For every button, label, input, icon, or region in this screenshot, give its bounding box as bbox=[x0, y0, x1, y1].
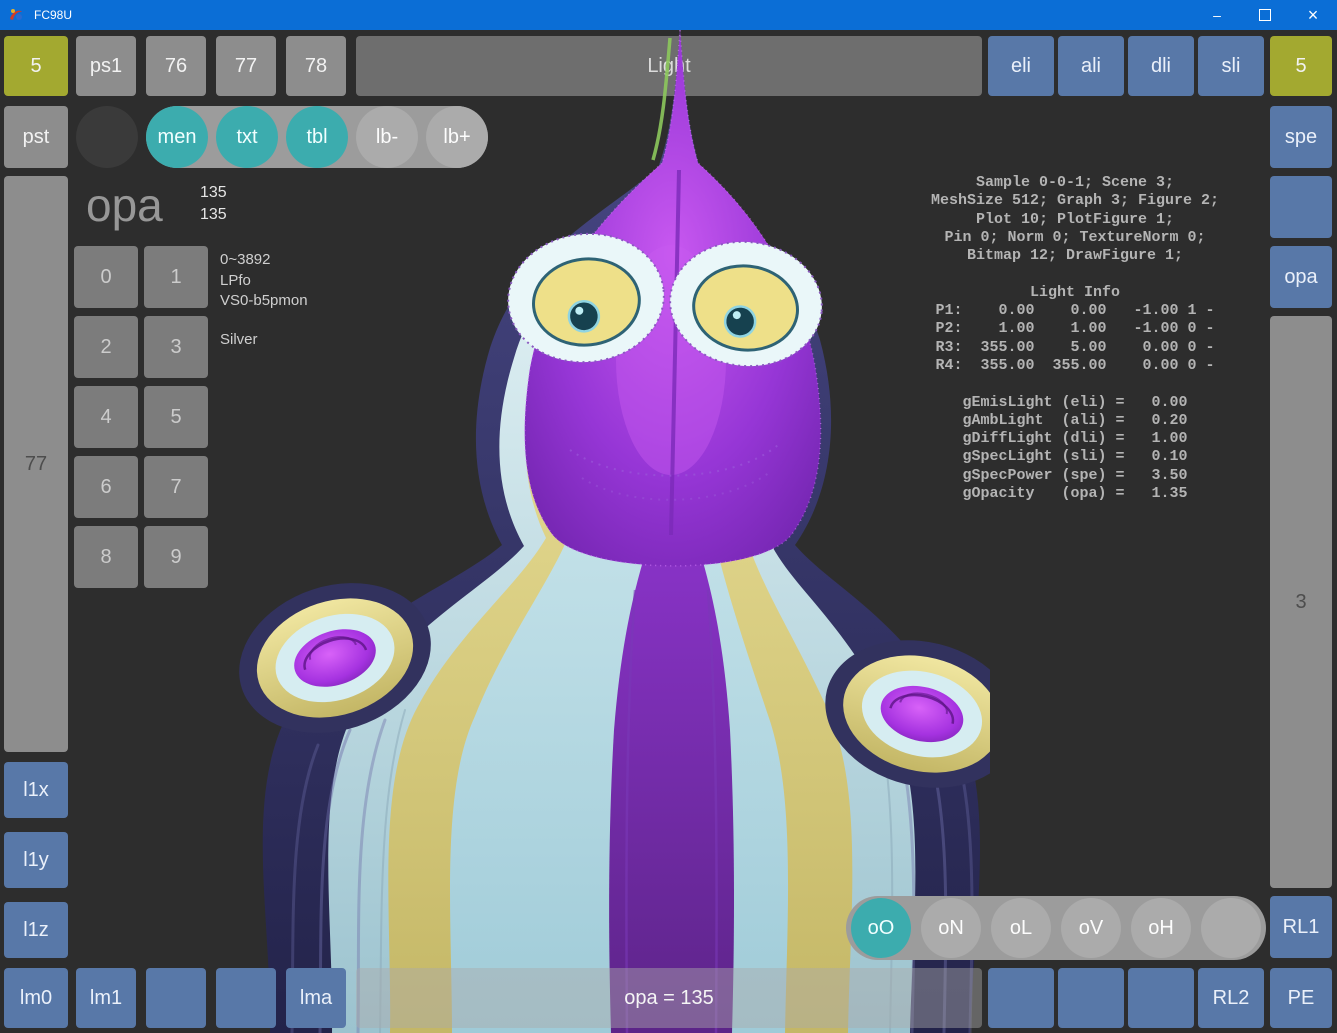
param-value-1: 135 bbox=[200, 182, 227, 204]
app-icon bbox=[8, 6, 26, 24]
l1x-button[interactable]: l1x bbox=[4, 762, 68, 818]
numpad-5[interactable]: 5 bbox=[144, 386, 208, 448]
numpad-4[interactable]: 4 bbox=[74, 386, 138, 448]
param-range: 0~3892 bbox=[220, 251, 270, 268]
figure-render[interactable] bbox=[230, 30, 990, 1033]
overlay-blank-button[interactable] bbox=[1201, 898, 1261, 958]
oL-button[interactable]: oL bbox=[991, 898, 1051, 958]
rl2-button[interactable]: RL2 bbox=[1198, 968, 1264, 1028]
maximize-icon bbox=[1259, 9, 1271, 21]
numpad-7[interactable]: 7 bbox=[144, 456, 208, 518]
bottom-right-blank-3-button[interactable] bbox=[1128, 968, 1194, 1028]
lb-plus-button[interactable]: lb+ bbox=[426, 106, 488, 168]
oH-button[interactable]: oH bbox=[1131, 898, 1191, 958]
eli-button[interactable]: eli bbox=[988, 36, 1054, 96]
param-tag1: LPfo bbox=[220, 272, 251, 289]
close-button[interactable]: × bbox=[1289, 0, 1337, 30]
numpad-9[interactable]: 9 bbox=[144, 526, 208, 588]
oO-button[interactable]: oO bbox=[851, 898, 911, 958]
numpad-3[interactable]: 3 bbox=[144, 316, 208, 378]
pe-button[interactable]: PE bbox=[1270, 968, 1332, 1028]
numpad-1[interactable]: 1 bbox=[144, 246, 208, 308]
bottom-right-blank-2-button[interactable] bbox=[1058, 968, 1124, 1028]
l1y-button[interactable]: l1y bbox=[4, 832, 68, 888]
info-readout: Sample 0-0-1; Scene 3; MeshSize 512; Gra… bbox=[919, 174, 1231, 503]
param-value-2: 135 bbox=[200, 204, 227, 226]
lm0-button[interactable]: lm0 bbox=[4, 968, 68, 1028]
rl1-button[interactable]: RL1 bbox=[1270, 896, 1332, 958]
window-title: FC98U bbox=[34, 8, 72, 22]
titlebar[interactable]: FC98U – × bbox=[0, 0, 1337, 30]
param-tag2: VS0-b5pmon bbox=[220, 292, 308, 309]
opa-button[interactable]: opa bbox=[1270, 246, 1332, 308]
lma-button[interactable]: lma bbox=[286, 968, 346, 1028]
param-values: 135 135 bbox=[200, 182, 227, 226]
ali-button[interactable]: ali bbox=[1058, 36, 1124, 96]
maximize-button[interactable] bbox=[1241, 0, 1289, 30]
men-button[interactable]: men bbox=[146, 106, 208, 168]
txt-button[interactable]: txt bbox=[216, 106, 278, 168]
bottom-blank-2-button[interactable] bbox=[216, 968, 276, 1028]
l1z-button[interactable]: l1z bbox=[4, 902, 68, 958]
mode-78-button[interactable]: 78 bbox=[286, 36, 346, 96]
numpad-6[interactable]: 6 bbox=[74, 456, 138, 518]
window-controls: – × bbox=[1193, 0, 1337, 30]
param-name: opa bbox=[86, 178, 163, 232]
mode-76-button[interactable]: 76 bbox=[146, 36, 206, 96]
minimize-button[interactable]: – bbox=[1193, 0, 1241, 30]
pst-button[interactable]: pst bbox=[4, 106, 68, 168]
blank-blue-button[interactable] bbox=[1270, 176, 1332, 238]
dli-button[interactable]: dli bbox=[1128, 36, 1194, 96]
lm1-button[interactable]: lm1 bbox=[76, 968, 136, 1028]
bottom-blank-1-button[interactable] bbox=[146, 968, 206, 1028]
param-material: Silver bbox=[220, 331, 258, 348]
accent-right-button[interactable]: 5 bbox=[1270, 36, 1332, 96]
ps1-button[interactable]: ps1 bbox=[76, 36, 136, 96]
status-bar: opa = 135 bbox=[356, 968, 982, 1028]
bottom-right-blank-1-button[interactable] bbox=[988, 968, 1054, 1028]
oN-button[interactable]: oN bbox=[921, 898, 981, 958]
tbl-button[interactable]: tbl bbox=[286, 106, 348, 168]
sli-button[interactable]: sli bbox=[1198, 36, 1264, 96]
right-slider-value: 3 bbox=[1295, 591, 1306, 614]
right-slider[interactable]: 3 bbox=[1270, 316, 1332, 888]
blank-circle-button[interactable] bbox=[76, 106, 138, 168]
oV-button[interactable]: oV bbox=[1061, 898, 1121, 958]
numpad-8[interactable]: 8 bbox=[74, 526, 138, 588]
numpad-2[interactable]: 2 bbox=[74, 316, 138, 378]
numpad-0[interactable]: 0 bbox=[74, 246, 138, 308]
left-slider[interactable]: 77 bbox=[4, 176, 68, 752]
mode-77-button[interactable]: 77 bbox=[216, 36, 276, 96]
accent-left-button[interactable]: 5 bbox=[4, 36, 68, 96]
application-window: FC98U – × 5 ps1 76 77 78 Light eli ali d… bbox=[0, 0, 1337, 1033]
spe-button[interactable]: spe bbox=[1270, 106, 1332, 168]
left-slider-value: 77 bbox=[25, 453, 47, 476]
lb-minus-button[interactable]: lb- bbox=[356, 106, 418, 168]
